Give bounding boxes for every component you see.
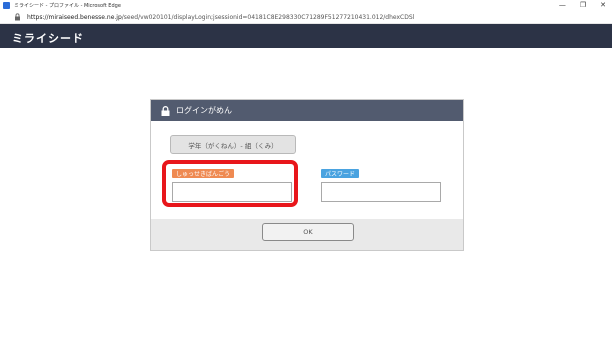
padlock-icon bbox=[160, 105, 170, 116]
dialog-title: ログインがめん bbox=[176, 106, 232, 115]
login-dialog: ログインがめん 学年（がくねん）- 組（くみ） しゅっせきばんごう パスワード … bbox=[150, 99, 464, 251]
url-text[interactable]: https://miraiseed.benesse.ne.jp/seed/vw0… bbox=[27, 14, 414, 21]
password-label: パスワード bbox=[321, 169, 360, 178]
app-header: ミライシード bbox=[0, 24, 612, 48]
password-input[interactable] bbox=[321, 182, 441, 202]
dialog-body: 学年（がくねん）- 組（くみ） しゅっせきばんごう パスワード bbox=[151, 121, 463, 219]
address-bar[interactable]: https://miraiseed.benesse.ne.jp/seed/vw0… bbox=[0, 11, 612, 24]
app-logo: ミライシード bbox=[12, 32, 84, 45]
class-select-button[interactable]: 学年（がくねん）- 組（くみ） bbox=[170, 135, 296, 154]
maximize-icon[interactable]: ❐ bbox=[580, 1, 586, 9]
window-title: ミライシード - プロファイル - Microsoft Edge bbox=[14, 3, 121, 9]
lock-icon bbox=[14, 13, 22, 21]
ok-button[interactable]: OK bbox=[262, 223, 354, 241]
close-icon[interactable]: ✕ bbox=[600, 1, 606, 9]
edge-browser-icon bbox=[3, 2, 10, 9]
url-host: https://miraiseed.benesse.ne.jp bbox=[27, 13, 122, 21]
minimize-icon[interactable]: — bbox=[559, 1, 566, 9]
window-titlebar: ミライシード - プロファイル - Microsoft Edge — ❐ ✕ bbox=[0, 0, 612, 11]
dialog-footer: OK bbox=[151, 219, 463, 250]
dialog-header: ログインがめん bbox=[151, 100, 463, 121]
window-controls: — ❐ ✕ bbox=[559, 1, 606, 9]
highlight-annotation bbox=[162, 160, 298, 207]
url-path: /seed/vw020101/displayLogin;jsessionid=0… bbox=[121, 13, 415, 21]
